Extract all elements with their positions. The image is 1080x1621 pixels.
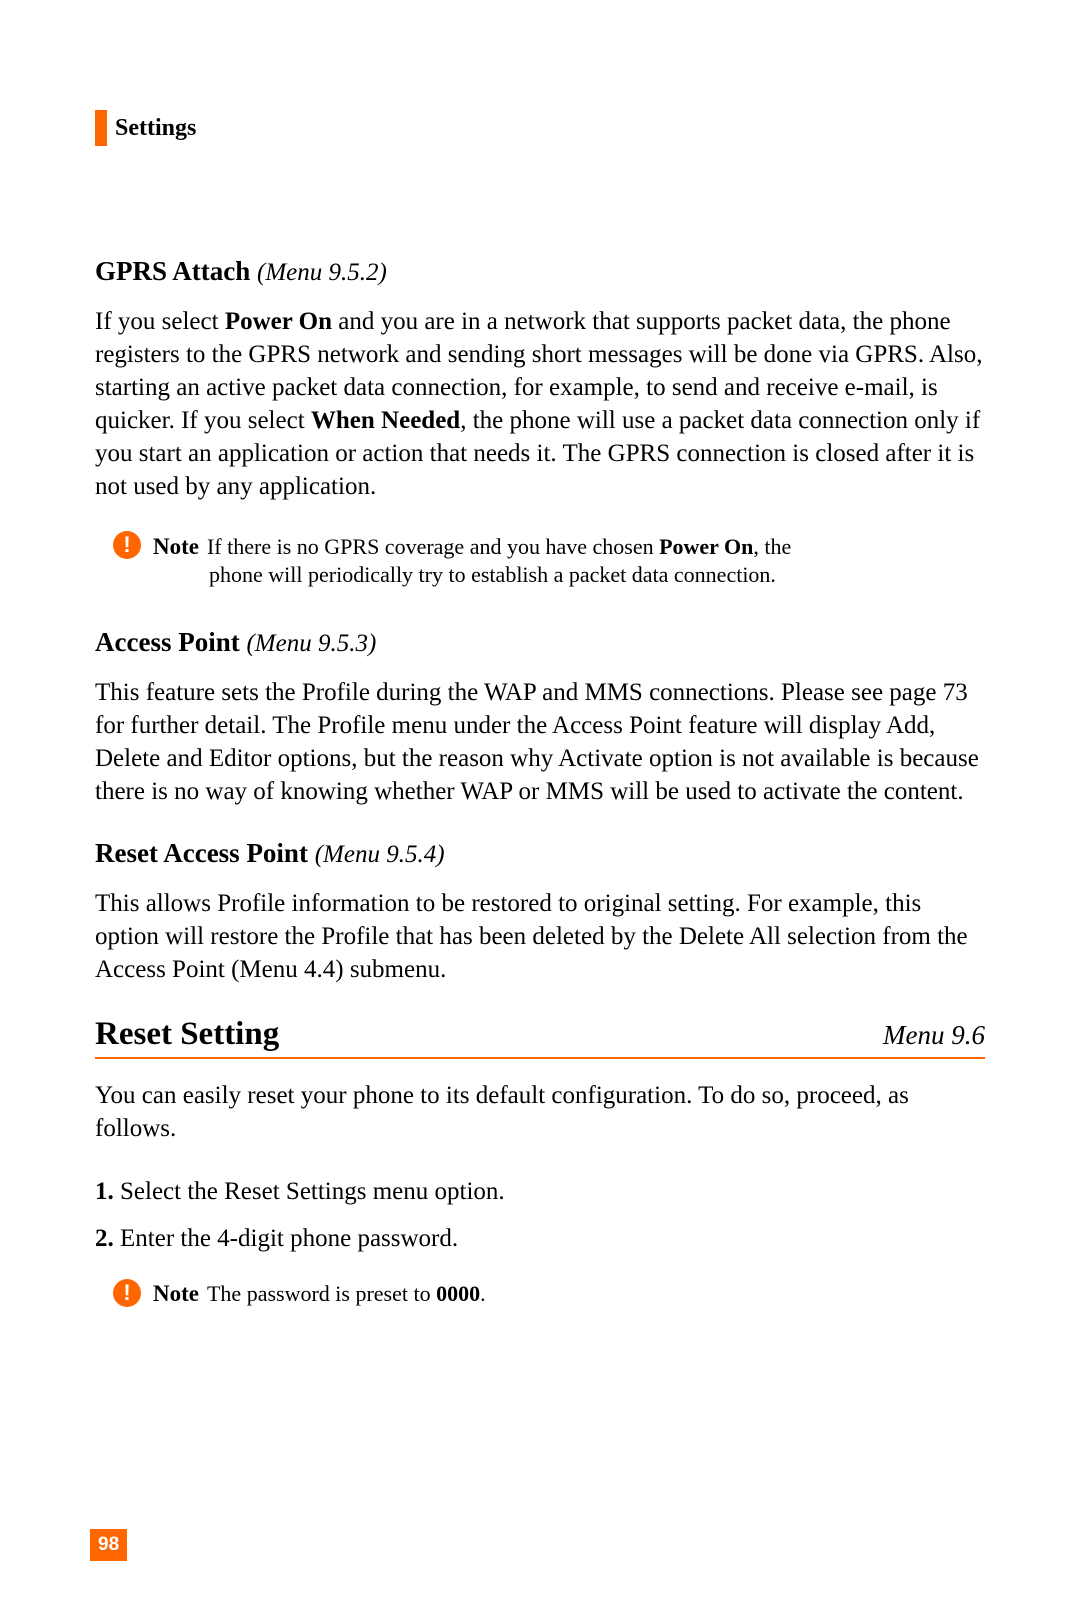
section-access-point: Access Point (Menu 9.5.3) This feature s… — [95, 627, 985, 808]
heading-text: Reset Access Point — [95, 838, 308, 868]
section-reset-ap: Reset Access Point (Menu 9.5.4) This all… — [95, 838, 985, 986]
heading-gprs-attach: GPRS Attach (Menu 9.5.2) — [95, 256, 985, 287]
heading-text: Access Point — [95, 627, 240, 657]
major-heading: Reset Setting — [95, 1016, 279, 1053]
list-number: 2. — [95, 1225, 114, 1252]
alert-icon: ! — [113, 531, 141, 559]
note-label: Note — [153, 1281, 199, 1307]
note-label: Note — [153, 534, 199, 560]
major-heading-row: Reset Setting Menu 9.6 — [95, 1016, 985, 1059]
menu-ref: (Menu 9.5.2) — [257, 259, 387, 286]
section-gprs-attach: GPRS Attach (Menu 9.5.2) If you select P… — [95, 256, 985, 503]
alert-icon: ! — [113, 1279, 141, 1307]
list-item-2: 2. Enter the 4-digit phone password. — [95, 1222, 985, 1255]
list-text: Enter the 4-digit phone password. — [114, 1225, 458, 1252]
list-text: Select the Reset Settings menu option. — [114, 1178, 505, 1205]
page-header: Settings — [95, 110, 985, 146]
heading-reset-ap: Reset Access Point (Menu 9.5.4) — [95, 838, 985, 869]
major-menu-ref: Menu 9.6 — [883, 1020, 985, 1051]
menu-ref: (Menu 9.5.3) — [246, 630, 376, 657]
header-accent-bar — [95, 110, 107, 146]
note-block-gprs: ! Note If there is no GPRS coverage and … — [113, 533, 985, 589]
note-block-password: ! Note The password is preset to 0000. — [113, 1280, 985, 1308]
list-number: 1. — [95, 1178, 114, 1205]
menu-ref: (Menu 9.5.4) — [315, 841, 445, 868]
paragraph-reset-setting: You can easily reset your phone to its d… — [95, 1079, 985, 1145]
heading-text: GPRS Attach — [95, 256, 250, 286]
note-text: The password is preset to 0000. — [207, 1280, 486, 1308]
header-title: Settings — [115, 115, 196, 142]
list-item-1: 1. Select the Reset Settings menu option… — [95, 1175, 985, 1208]
paragraph-reset-ap: This allows Profile information to be re… — [95, 887, 985, 986]
paragraph-gprs: If you select Power On and you are in a … — [95, 305, 985, 503]
note-text: If there is no GPRS coverage and you hav… — [207, 533, 791, 561]
note-text-line2: phone will periodically try to establish… — [209, 561, 791, 589]
paragraph-access-point: This feature sets the Profile during the… — [95, 676, 985, 808]
heading-access-point: Access Point (Menu 9.5.3) — [95, 627, 985, 658]
page-number: 98 — [90, 1529, 127, 1561]
